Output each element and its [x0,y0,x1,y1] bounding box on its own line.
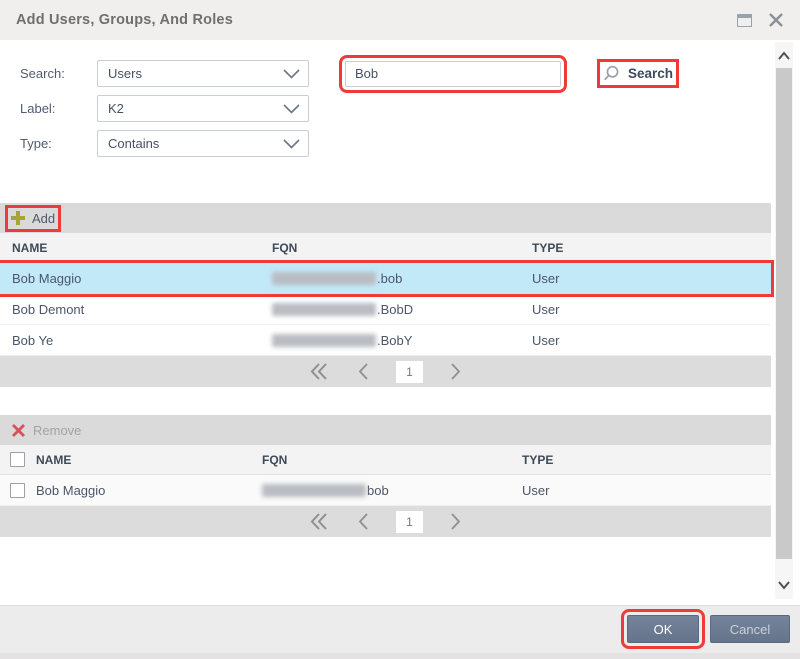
ok-button[interactable]: OK [627,615,699,643]
add-users-groups-roles-dialog: Add Users, Groups, And Roles Search: Use… [0,0,800,659]
cell-type: User [532,271,771,286]
cell-name: Bob Ye [0,333,272,348]
cell-name: Bob Demont [0,302,272,317]
dialog-title: Add Users, Groups, And Roles [16,12,737,28]
cell-fqn: .BobD [272,302,532,317]
search-scope-dropdown[interactable]: Users [97,60,309,87]
row-checkbox-cell [0,483,26,498]
remove-button[interactable]: Remove [11,423,81,438]
chevron-down-icon [283,139,300,149]
results-pagination [0,356,771,387]
search-results-grid: Add NAME FQN TYPE Bob Maggio .bob User B… [0,203,771,387]
dialog-titlebar: Add Users, Groups, And Roles [0,0,800,40]
selected-toolbar: Remove [0,415,771,445]
search-label: Search: [20,66,97,81]
cell-fqn: .BobY [272,333,532,348]
table-row[interactable]: Bob Maggio bob User [0,475,771,506]
search-button-label: Search [628,66,673,81]
selected-pagination [0,506,771,537]
chevron-left-icon [357,362,369,381]
previous-page-button[interactable] [357,362,369,381]
redacted-fqn [272,303,376,316]
double-chevron-left-icon [309,512,330,531]
select-all-cell [0,452,26,467]
column-header-name: NAME [0,241,272,255]
add-button-label: Add [32,211,55,226]
cell-name: Bob Maggio [26,483,262,498]
add-button[interactable]: Add [11,211,55,226]
results-toolbar: Add [0,203,771,233]
type-value: Contains [108,136,159,151]
previous-page-button[interactable] [357,512,369,531]
remove-button-label: Remove [33,423,81,438]
cell-fqn: bob [262,483,522,498]
search-input[interactable] [345,61,561,87]
cell-type: User [532,333,771,348]
column-header-type: TYPE [522,453,771,467]
page-number-input[interactable] [396,361,423,383]
x-icon [11,423,26,438]
selected-header-row: NAME FQN TYPE [0,445,771,475]
cell-type: User [522,483,771,498]
chevron-down-icon [283,104,300,114]
scroll-down-icon[interactable] [777,579,791,591]
first-page-button[interactable] [309,512,330,531]
first-page-button[interactable] [309,362,330,381]
cell-type: User [532,302,771,317]
scroll-up-icon[interactable] [777,50,791,62]
search-icon [603,65,621,82]
type-dropdown[interactable]: Contains [97,130,309,157]
table-row[interactable]: Bob Ye .BobY User [0,325,771,356]
label-value: K2 [108,101,124,116]
redacted-fqn [272,272,376,285]
table-row-selected[interactable]: Bob Maggio .bob User [0,263,771,294]
chevron-right-icon [450,362,462,381]
column-header-fqn: FQN [272,241,532,255]
label-label: Label: [20,101,97,116]
selected-users-grid: Remove NAME FQN TYPE Bob Maggio b [0,415,771,537]
page-number-input[interactable] [396,511,423,533]
results-header-row: NAME FQN TYPE [0,233,771,263]
double-chevron-left-icon [309,362,330,381]
next-page-button[interactable] [450,512,462,531]
column-header-name: NAME [26,453,262,467]
chevron-down-icon [283,69,300,79]
vertical-scrollbar[interactable] [775,42,793,599]
dialog-footer: OK Cancel [0,605,800,659]
cancel-button[interactable]: Cancel [710,615,790,643]
column-header-type: TYPE [532,241,771,255]
cell-name: Bob Maggio [0,271,272,286]
column-header-fqn: FQN [262,453,522,467]
redacted-fqn [262,484,366,497]
row-checkbox[interactable] [10,483,25,498]
search-scope-value: Users [108,66,142,81]
plus-icon [11,211,25,225]
next-page-button[interactable] [450,362,462,381]
label-dropdown[interactable]: K2 [97,95,309,122]
select-all-checkbox[interactable] [10,452,25,467]
type-label: Type: [20,136,97,151]
search-form: Search: Users Search [0,40,771,157]
chevron-right-icon [450,512,462,531]
search-button[interactable]: Search [603,65,673,82]
maximize-icon[interactable] [737,14,752,27]
close-icon[interactable] [768,12,784,28]
table-row[interactable]: Bob Demont .BobD User [0,294,771,325]
chevron-left-icon [357,512,369,531]
redacted-fqn [272,334,376,347]
dialog-body: Search: Users Search [0,40,800,605]
cell-fqn: .bob [272,271,532,286]
scrollbar-thumb[interactable] [776,68,792,559]
